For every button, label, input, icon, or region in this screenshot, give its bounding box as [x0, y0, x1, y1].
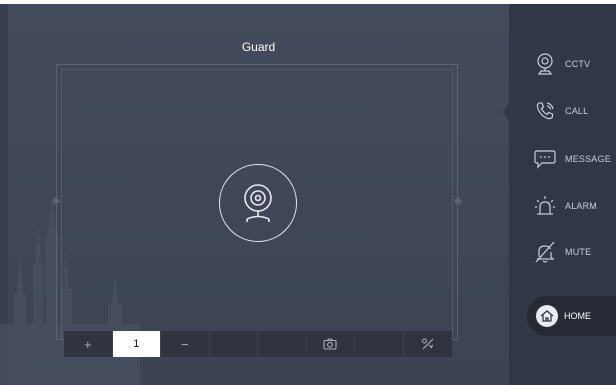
cctv-icon [533, 52, 557, 76]
sidebar-item-mute[interactable]: MUTE [533, 238, 591, 266]
toolbar-empty-slot [355, 331, 404, 357]
mute-icon [533, 240, 557, 264]
alarm-icon [533, 194, 557, 218]
unlock-button[interactable] [404, 331, 453, 357]
sidebar-item-label: ALARM [565, 201, 598, 211]
snapshot-button[interactable] [307, 331, 355, 357]
sidebar-active-notch [503, 100, 511, 124]
camera-snapshot-icon [323, 338, 337, 350]
camera-icon [244, 184, 272, 222]
home-icon [536, 305, 558, 327]
zoom-in-button[interactable]: + [64, 331, 113, 357]
sidebar-item-cctv[interactable]: CCTV [533, 50, 590, 78]
sidebar-item-label: CALL [565, 106, 589, 116]
video-toolbar: + 1 − [64, 331, 452, 357]
sidebar-item-call[interactable]: CALL [533, 97, 588, 125]
sidebar-item-label: MUTE [565, 247, 592, 257]
home-label: HOME [564, 311, 591, 321]
page-title: Guard [241, 40, 276, 54]
sidebar-item-message[interactable]: MESSAGE [533, 145, 611, 173]
device-screen: Guard + 1 − CCTV CALL MESSAGE ALARM MUTE… [0, 4, 616, 385]
message-icon [533, 147, 557, 171]
channel-number[interactable]: 1 [112, 331, 161, 357]
sidebar-item-label: CCTV [565, 59, 591, 69]
unlock-key-icon [421, 338, 434, 350]
phone-icon [533, 99, 557, 123]
toolbar-empty-slot [258, 331, 307, 357]
camera-button[interactable] [219, 164, 297, 242]
sidebar-item-alarm[interactable]: ALARM [533, 192, 597, 220]
zoom-out-button[interactable]: − [161, 331, 210, 357]
home-button[interactable]: HOME [527, 296, 616, 336]
sidebar-item-label: MESSAGE [565, 154, 611, 164]
toolbar-empty-slot [210, 331, 258, 357]
